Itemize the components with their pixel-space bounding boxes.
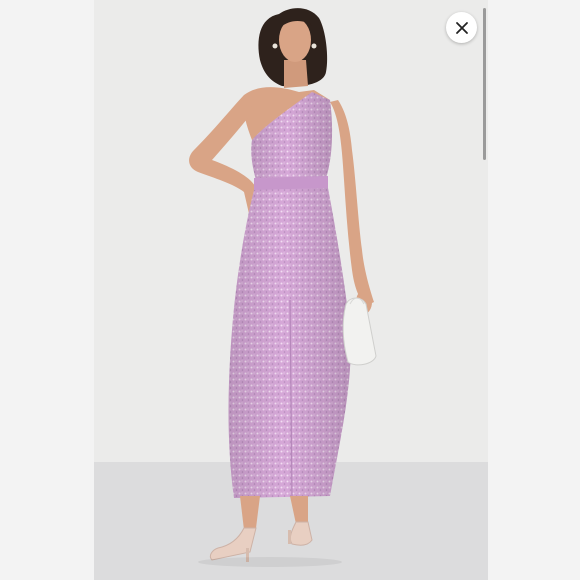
photo-illustration bbox=[94, 0, 488, 580]
close-button[interactable] bbox=[446, 12, 477, 43]
model-neck bbox=[284, 60, 308, 88]
right-gutter bbox=[488, 0, 580, 580]
earring-icon bbox=[272, 43, 278, 49]
scrollbar-thumb[interactable] bbox=[483, 8, 486, 160]
left-gutter bbox=[0, 0, 94, 580]
close-icon bbox=[455, 21, 468, 34]
product-photo[interactable] bbox=[94, 0, 488, 580]
